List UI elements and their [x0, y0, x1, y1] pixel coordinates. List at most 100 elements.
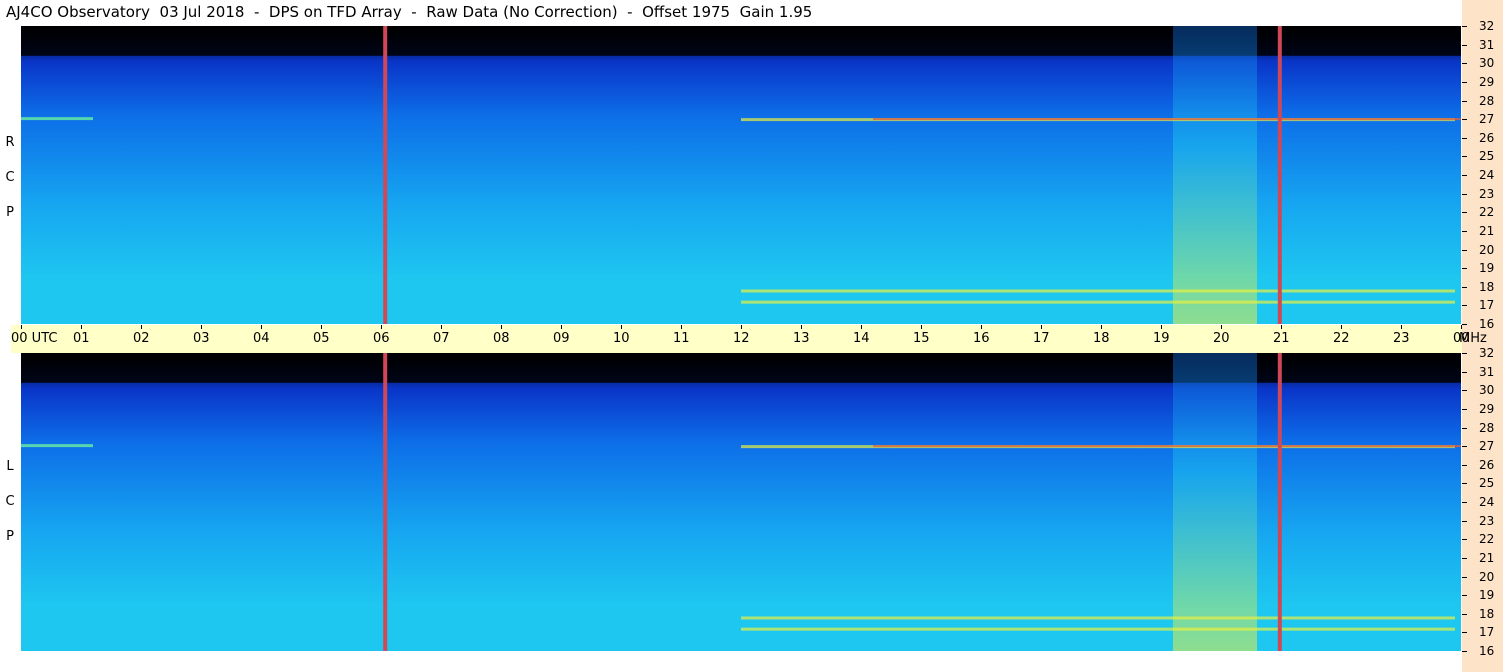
time-tick-label: 20	[1213, 331, 1230, 346]
time-tick-mark	[441, 325, 442, 329]
frequency-tick-label: 22	[1479, 532, 1495, 547]
frequency-tick-mark	[1462, 44, 1467, 46]
time-tick-label: 23	[1393, 331, 1410, 346]
frequency-tick-label: 31	[1479, 37, 1495, 52]
frequency-tick-mark	[1462, 390, 1467, 392]
time-tick-mark	[681, 325, 682, 329]
time-tick-mark	[981, 325, 982, 329]
frequency-tick-label: 23	[1479, 513, 1495, 528]
frequency-tick-mark	[1462, 427, 1467, 429]
frequency-tick-mark	[1462, 230, 1467, 232]
time-tick-mark	[741, 325, 742, 329]
frequency-tick-label: 26	[1479, 457, 1495, 472]
rcp-band-27-early	[21, 117, 93, 121]
time-tick-label: 11	[673, 331, 690, 346]
frequency-tick-label: 17	[1479, 625, 1495, 640]
frequency-tick-label: 27	[1479, 439, 1495, 454]
frequency-tick-mark	[1462, 212, 1467, 214]
frequency-tick-mark	[1462, 175, 1467, 176]
time-tick-mark	[201, 325, 202, 329]
frequency-tick-label: 27	[1479, 112, 1495, 127]
frequency-tick-label: 24	[1479, 495, 1495, 509]
time-tick-label: 03	[193, 331, 210, 346]
time-tick-mark	[621, 325, 622, 329]
frequency-tick-label: 30	[1479, 56, 1495, 71]
frequency-tick-label: 19	[1479, 261, 1495, 276]
rcp-emission-region-0	[1173, 26, 1257, 324]
time-tick-mark	[381, 325, 382, 329]
frequency-tick-label: 20	[1479, 569, 1495, 584]
frequency-tick-mark	[1462, 576, 1467, 578]
frequency-tick-label: 18	[1479, 606, 1495, 621]
rcp-spectrogram	[21, 26, 1461, 324]
time-tick-mark	[561, 325, 562, 329]
time-tick-mark	[1041, 325, 1042, 329]
time-tick-label: 21	[1273, 331, 1290, 346]
lcp-label-l: L	[6, 459, 14, 474]
time-tick-label: 06	[373, 331, 390, 346]
time-tick-label: 08	[493, 331, 510, 346]
time-tick-mark	[1401, 325, 1402, 329]
frequency-tick-label: 20	[1479, 242, 1495, 257]
time-axis: 00 UTC 01 02 03 04 05 06 07 08 09 10 11 12 13 14 15 16 17…	[11, 325, 1470, 353]
time-tick-mark	[81, 325, 82, 329]
frequency-unit-label: MHz	[1459, 331, 1487, 346]
frequency-tick-mark	[1462, 651, 1467, 652]
frequency-tick-label: 26	[1479, 130, 1495, 145]
lcp-label-c: C	[5, 494, 15, 509]
frequency-tick-label: 25	[1479, 476, 1495, 491]
time-tick-mark	[1101, 325, 1102, 329]
frequency-tick-label: 17	[1479, 298, 1495, 313]
rcp-band-0	[741, 300, 1455, 304]
frequency-tick-mark	[1462, 305, 1467, 307]
time-tick-mark	[921, 325, 922, 329]
time-tick-mark	[1161, 325, 1162, 329]
frequency-tick-mark	[1462, 353, 1467, 354]
time-tick-mark	[861, 325, 862, 329]
rcp-label-c: C	[5, 170, 15, 185]
time-tick-label: 01	[73, 331, 90, 346]
frequency-tick-mark	[1462, 63, 1467, 65]
lcp-label-p: P	[6, 529, 14, 544]
frequency-tick-label: 28	[1479, 420, 1495, 435]
frequency-tick-mark	[1462, 371, 1467, 373]
frequency-tick-label: 31	[1479, 364, 1495, 379]
frequency-tick-mark	[1462, 100, 1467, 102]
frequency-tick-mark	[1462, 557, 1467, 559]
lcp-interference-line-0	[383, 353, 388, 651]
chart-title: AJ4CO Observatory 03 Jul 2018 - DPS on T…	[6, 3, 813, 21]
frequency-tick-label: 16	[1479, 317, 1495, 331]
time-tick-mark	[261, 325, 262, 329]
rcp-band-27-core	[873, 118, 1461, 121]
frequency-tick-mark	[1462, 26, 1467, 27]
time-tick-label: 15	[913, 331, 930, 346]
frequency-tick-label: 16	[1479, 644, 1495, 658]
rcp-label-p: P	[6, 205, 14, 220]
lcp-spectrogram	[21, 353, 1461, 651]
frequency-tick-label: 25	[1479, 149, 1495, 164]
frequency-tick-mark	[1462, 464, 1467, 466]
time-tick-label: 16	[973, 331, 990, 346]
time-tick-label: 02	[133, 331, 150, 346]
frequency-tick-label: 22	[1479, 205, 1495, 220]
time-tick-label: 10	[613, 331, 630, 346]
rcp-label-r: R	[5, 135, 15, 150]
time-tick-label: 04	[253, 331, 270, 346]
rcp-interference-line-0	[383, 26, 388, 324]
time-tick-mark	[501, 325, 502, 329]
frequency-tick-label: 23	[1479, 186, 1495, 201]
frequency-tick-mark	[1462, 81, 1467, 83]
rcp-spectrogram-plot	[21, 26, 1461, 324]
time-tick-mark	[141, 325, 142, 329]
time-tick-mark	[1341, 325, 1342, 329]
frequency-tick-label: 29	[1479, 74, 1495, 89]
frequency-tick-mark	[1462, 502, 1467, 503]
frequency-tick-mark	[1462, 286, 1467, 288]
frequency-tick-mark	[1462, 520, 1467, 522]
frequency-tick-mark	[1462, 539, 1467, 541]
frequency-tick-label: 32	[1479, 19, 1495, 33]
time-tick-label: 09	[553, 331, 570, 346]
lcp-band-0	[741, 627, 1455, 631]
frequency-tick-mark	[1462, 408, 1467, 410]
lcp-band-1	[741, 616, 1455, 620]
